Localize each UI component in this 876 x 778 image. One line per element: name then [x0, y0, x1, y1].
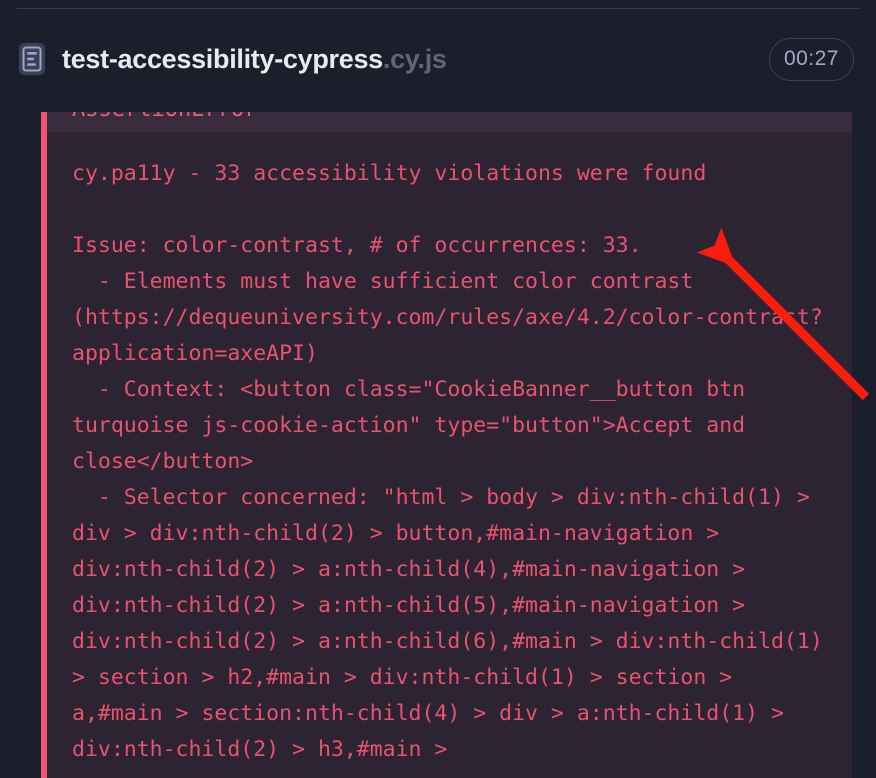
- error-line: cy.pa11y - 33 accessibility violations w…: [72, 161, 707, 186]
- error-message-text: cy.pa11y - 33 accessibility violations w…: [47, 132, 852, 778]
- spec-title-base: test-accessibility-cypress: [62, 43, 383, 74]
- clipped-assertion-error-line: AssertionError: [72, 112, 257, 122]
- document-file-icon: [17, 42, 47, 76]
- error-line: [72, 192, 830, 228]
- error-line: - Selector concerned: "html > body > div…: [72, 485, 836, 762]
- run-duration-badge: 00:27: [768, 37, 854, 81]
- spec-title-extension: .cy.js: [382, 43, 447, 74]
- error-line: - Context: <button class="CookieBanner__…: [72, 377, 759, 474]
- error-line: - Elements must have sufficient color co…: [72, 269, 823, 366]
- error-output-panel[interactable]: AssertionError cy.pa11y - 33 accessibili…: [41, 112, 852, 778]
- error-panel-top-band: AssertionError: [47, 112, 852, 132]
- spec-header: test-accessibility-cypress.cy.js 00:27: [0, 18, 876, 100]
- page-title[interactable]: test-accessibility-cypress.cy.js: [62, 43, 447, 74]
- error-line: Issue: color-contrast, # of occurrences:…: [72, 233, 642, 258]
- top-divider: [17, 8, 860, 9]
